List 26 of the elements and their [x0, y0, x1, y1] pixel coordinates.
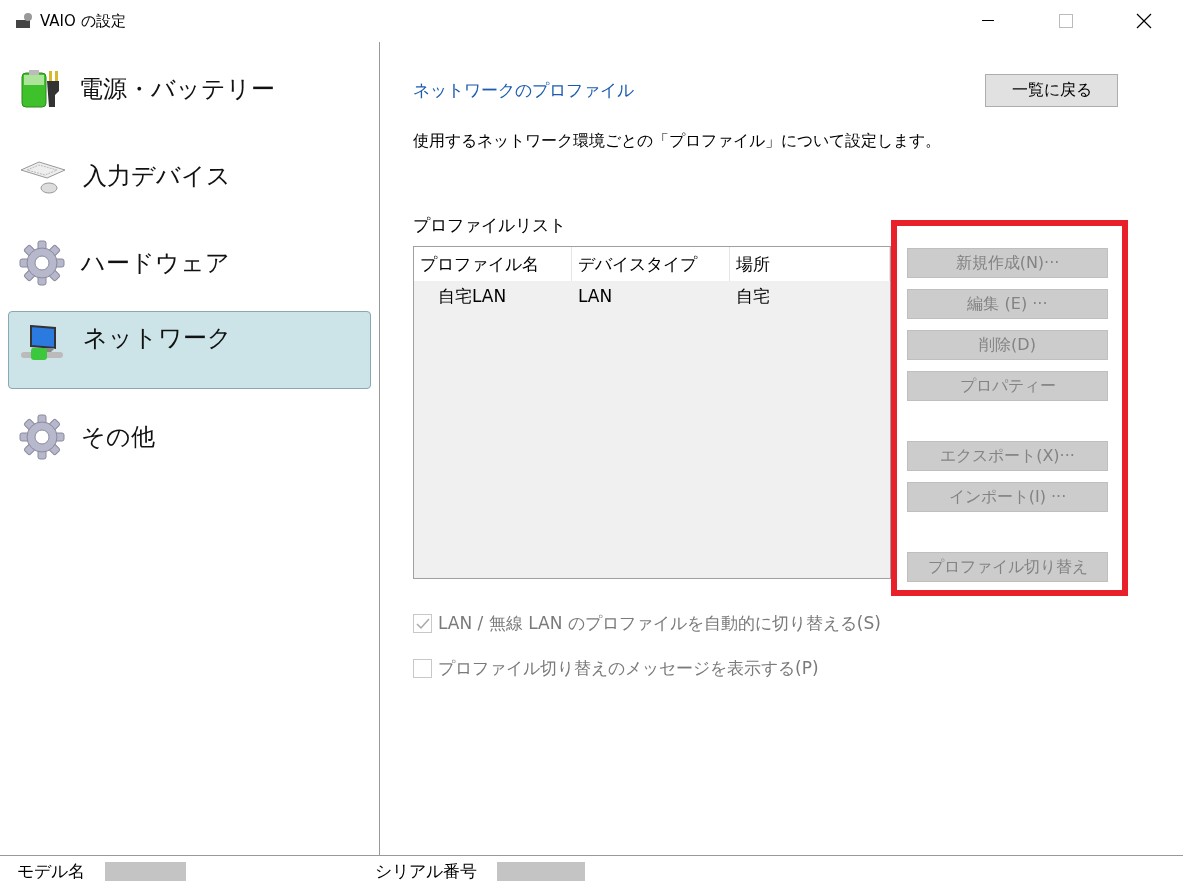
sidebar-item[interactable]: 電源・バッテリー — [8, 50, 371, 128]
column-header[interactable]: デバイスタイプ — [572, 247, 730, 281]
column-header[interactable]: プロファイル名 — [414, 247, 572, 281]
status-label: モデル名 — [17, 859, 85, 883]
back-button[interactable]: 一覧に戻る — [985, 74, 1118, 107]
sidebar-item[interactable]: ハードウェア — [8, 224, 371, 302]
list-label: プロファイルリスト — [413, 214, 567, 237]
gear-icon — [19, 414, 65, 460]
sidebar-item[interactable]: ネットワーク — [8, 311, 371, 389]
checkbox-label: プロファイル切り替えのメッセージを表示する(P) — [438, 657, 819, 680]
gear-icon — [19, 240, 65, 286]
checkbox-label: LAN / 無線 LAN のプロファイルを自動的に切り替える(S) — [438, 612, 881, 635]
maximize-icon[interactable] — [1059, 14, 1073, 28]
status-label: シリアル番号 — [375, 859, 477, 883]
table-cell-text: LAN — [577, 286, 614, 306]
sidebar-item[interactable]: その他 — [8, 398, 371, 476]
minimize-icon[interactable] — [982, 20, 994, 22]
app-icon — [14, 12, 34, 30]
column-header[interactable]: 場所 — [730, 247, 890, 281]
table-cell-text: 自宅 — [735, 284, 771, 308]
sidebar-item[interactable]: 入力デバイス — [8, 137, 371, 215]
description-text: 使用するネットワーク環境ごとの「プロファイル」について設定します。 — [413, 131, 942, 152]
close-icon[interactable] — [1136, 13, 1152, 29]
page-title-link[interactable]: ネットワークのプロファイル — [413, 79, 634, 102]
window-title: VAIO の設定 — [40, 11, 126, 31]
table-cell-text: 自宅LAN — [437, 284, 508, 308]
